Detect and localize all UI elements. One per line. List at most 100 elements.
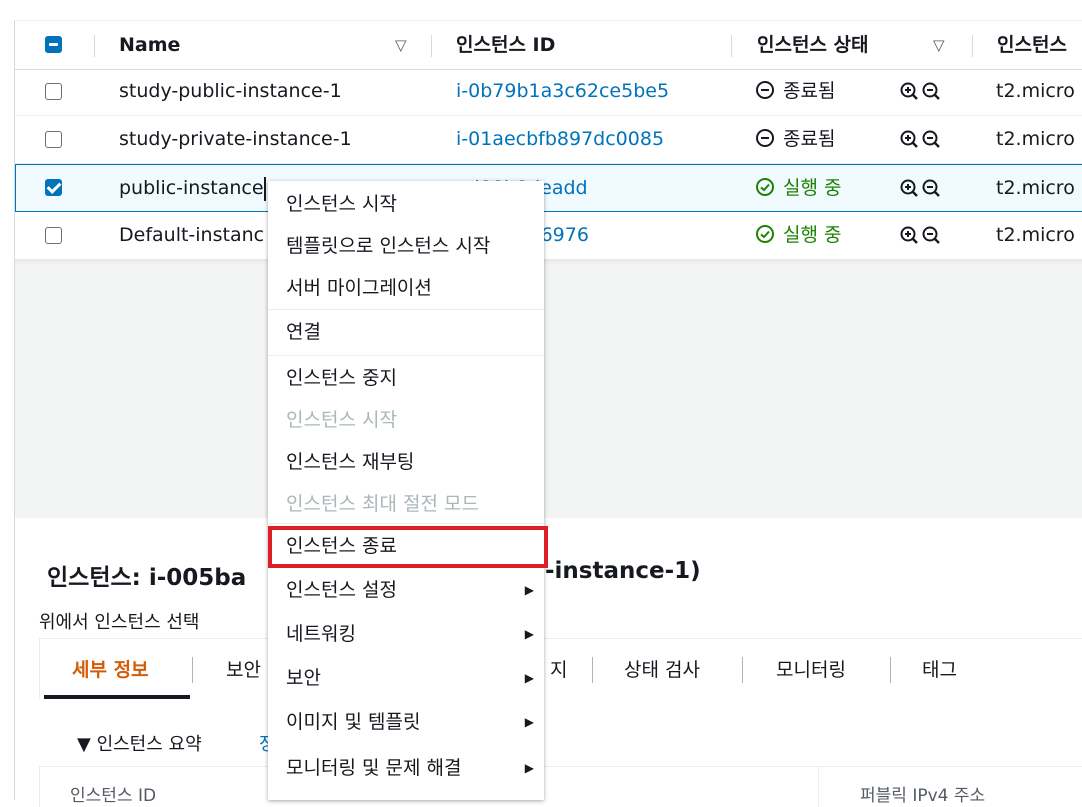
submenu-arrow-icon: ▶ xyxy=(524,715,534,729)
column-separator xyxy=(431,35,432,57)
menu-item[interactable]: 템플릿으로 인스턴스 시작 xyxy=(268,225,544,267)
field-label-instance-id: 인스턴스 ID xyxy=(70,786,157,806)
row-checkbox[interactable] xyxy=(45,227,62,244)
minus-circle-icon xyxy=(756,129,774,147)
table-header: Name ▽ 인스턴스 ID 인스턴스 상태 ▽ 인스턴스 xyxy=(15,20,1082,70)
instance-name: study-private-instance-1 xyxy=(119,128,352,150)
instances-table: Name ▽ 인스턴스 ID 인스턴스 상태 ▽ 인스턴스 study-publ… xyxy=(14,20,1082,285)
tab-security[interactable]: 보안 xyxy=(226,655,261,682)
tab-separator xyxy=(192,657,193,683)
column-header-name[interactable]: Name xyxy=(119,21,180,69)
tab-monitoring[interactable]: 모니터링 xyxy=(776,655,846,682)
menu-item: 인스턴스 시작 xyxy=(268,399,544,441)
select-all-checkbox[interactable] xyxy=(45,36,62,53)
tab-tags[interactable]: 태그 xyxy=(922,655,957,682)
menu-item-label: 이미지 및 템플릿 xyxy=(286,711,421,733)
instance-context-menu: 인스턴스 시작 템플릿으로 인스턴스 시작 서버 마이그레이션 연결 인스턴스 중지 인스… xyxy=(268,181,544,800)
field-label-public-ipv4: 퍼블릭 IPv4 주소 xyxy=(860,786,986,806)
instance-state-label: 실행 중 xyxy=(783,224,842,246)
instance-state: 실행 중 xyxy=(755,212,841,260)
menu-item[interactable]: 인스턴스 재부팅 xyxy=(268,441,544,483)
submenu-arrow-icon: ▶ xyxy=(524,627,534,641)
menu-item[interactable]: 이미지 및 템플릿 ▶ xyxy=(268,701,544,743)
submenu-arrow-icon: ▶ xyxy=(524,761,534,775)
menu-item[interactable]: 인스턴스 설정 ▶ xyxy=(268,569,544,611)
menu-item[interactable]: 인스턴스 중지 xyxy=(268,357,544,399)
tab-separator xyxy=(890,657,891,683)
menu-item-label: 인스턴스 설정 xyxy=(286,579,397,601)
check-circle-icon xyxy=(756,178,774,196)
column-separator xyxy=(94,35,95,57)
sort-triangle-icon[interactable]: ▽ xyxy=(395,21,407,69)
check-circle-icon xyxy=(756,225,774,243)
instance-type: t2.micro xyxy=(996,128,1075,150)
column-separator xyxy=(972,35,973,57)
table-row[interactable]: Default-instanc05d40316976실행 중t2.micro xyxy=(15,212,1082,260)
column-header-instance-id[interactable]: 인스턴스 ID xyxy=(456,21,555,69)
tab-storage[interactable]: 지 xyxy=(550,655,567,682)
details-title-tail: -instance-1) xyxy=(545,558,701,584)
column-header-instance-type[interactable]: 인스턴스 xyxy=(997,21,1067,69)
instance-state: 실행 중 xyxy=(755,165,841,213)
submenu-arrow-icon: ▶ xyxy=(524,671,534,685)
menu-item-label: 인스턴스 최대 절전 모드 xyxy=(286,493,479,515)
instance-name: public-instance xyxy=(119,177,264,199)
menu-divider xyxy=(268,309,544,310)
tab-status-checks[interactable]: 상태 검사 xyxy=(624,655,700,682)
details-title: 인스턴스: i-005ba xyxy=(47,565,247,591)
instance-id-link[interactable]: i-0b79b1a3c62ce5be5 xyxy=(456,68,669,116)
instance-state-label: 종료됨 xyxy=(783,128,836,150)
menu-item[interactable]: 보안 ▶ xyxy=(268,657,544,699)
empty-area xyxy=(14,264,1082,518)
table-row[interactable]: study-private-instance-1 i-01aecbfb897dc0… xyxy=(15,116,1082,164)
instance-type: t2.micro xyxy=(996,177,1075,199)
instance-details-panel: 인스턴스: i-005ba -instance-1) 위에서 인스턴스 선택 세… xyxy=(14,518,1082,807)
tab-details[interactable]: 세부 정보 xyxy=(72,655,149,682)
menu-item[interactable]: 서버 마이그레이션 xyxy=(268,267,544,309)
menu-item-label: 모니터링 및 문제 해결 xyxy=(286,757,462,779)
sort-triangle-icon[interactable]: ▽ xyxy=(933,21,945,69)
menu-item-label: 인스턴스 재부팅 xyxy=(286,451,415,473)
menu-item-label: 인스턴스 종료 xyxy=(286,535,397,557)
menu-item-label: 네트워킹 xyxy=(286,623,356,645)
active-tab-indicator xyxy=(44,695,190,699)
table-row[interactable]: public-instanceed00b9deadd실행 중t2.micro xyxy=(15,164,1082,212)
menu-item-label: 서버 마이그레이션 xyxy=(286,277,432,299)
menu-item-label: 보안 xyxy=(286,667,321,689)
instance-state-label: 종료됨 xyxy=(783,80,836,102)
zoom-in-out-icon[interactable] xyxy=(899,178,947,200)
select-hint: 위에서 인스턴스 선택 xyxy=(39,612,200,633)
menu-item-label: 인스턴스 시작 xyxy=(286,193,397,215)
instance-summary-toggle[interactable]: ▼ 인스턴스 요약 xyxy=(77,730,202,756)
menu-item-label: 템플릿으로 인스턴스 시작 xyxy=(286,235,491,257)
menu-item[interactable]: 인스턴스 종료 xyxy=(268,525,544,567)
zoom-in-out-icon[interactable] xyxy=(899,225,947,247)
column-divider xyxy=(818,767,819,807)
zoom-in-out-icon[interactable] xyxy=(899,129,947,151)
text-cursor xyxy=(264,177,266,201)
menu-divider xyxy=(268,523,544,524)
minus-circle-icon xyxy=(756,81,774,99)
column-separator xyxy=(731,35,732,57)
menu-item[interactable]: 네트워킹 ▶ xyxy=(268,613,544,655)
instance-name: study-public-instance-1 xyxy=(119,80,342,102)
menu-item[interactable]: 인스턴스 시작 xyxy=(268,183,544,225)
row-checkbox[interactable] xyxy=(45,83,62,100)
zoom-in-out-icon[interactable] xyxy=(899,81,947,103)
summary-content: 인스턴스 ID 퍼블릭 IPv4 주소 xyxy=(39,766,1082,807)
instance-state-label: 실행 중 xyxy=(783,177,842,199)
instance-type: t2.micro xyxy=(996,224,1075,246)
menu-item-label: 인스턴스 시작 xyxy=(286,409,397,431)
menu-item: 인스턴스 최대 절전 모드 xyxy=(268,483,544,525)
menu-item[interactable]: 연결 xyxy=(268,311,544,353)
column-header-instance-state[interactable]: 인스턴스 상태 xyxy=(757,21,869,69)
instance-id-link[interactable]: i-01aecbfb897dc0085 xyxy=(456,116,664,164)
table-row[interactable]: study-public-instance-1 i-0b79b1a3c62ce5b… xyxy=(15,68,1082,116)
menu-item[interactable]: 모니터링 및 문제 해결 ▶ xyxy=(268,747,544,789)
instance-state: 종료됨 xyxy=(755,116,835,164)
instance-state: 종료됨 xyxy=(755,68,835,116)
details-tabs: 세부 정보 보안 지 상태 검사 모니터링 태그 xyxy=(39,638,1082,699)
row-checkbox[interactable] xyxy=(45,131,62,148)
instance-type: t2.micro xyxy=(996,80,1075,102)
row-checkbox[interactable] xyxy=(45,179,62,196)
